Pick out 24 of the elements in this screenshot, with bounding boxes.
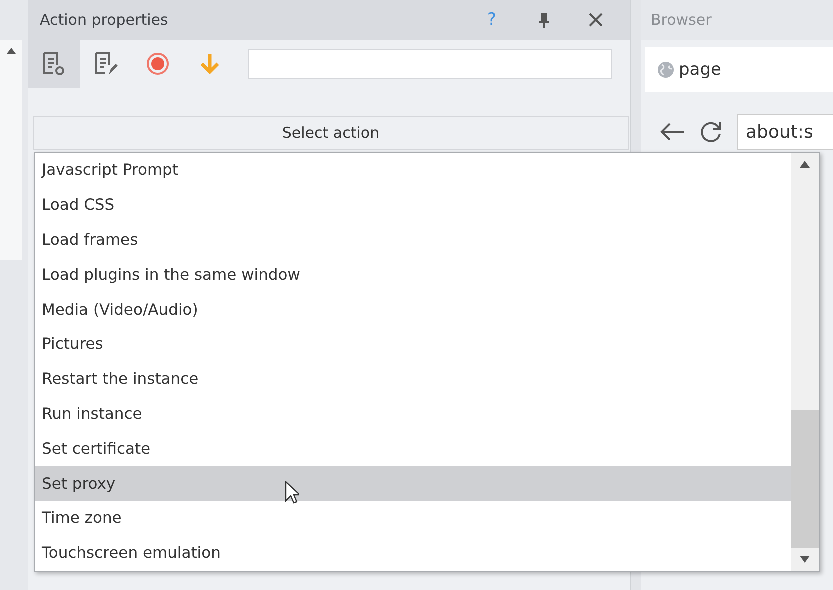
pointer-icon <box>285 481 299 505</box>
browser-tab[interactable]: page <box>645 47 833 92</box>
input-field[interactable] <box>248 49 612 79</box>
dropdown-item[interactable]: Set proxy <box>35 466 791 501</box>
dropdown-item[interactable]: Javascript Prompt <box>35 153 791 188</box>
scroll-up-icon[interactable] <box>6 48 16 54</box>
scrollbar-thumb[interactable] <box>791 410 819 548</box>
properties-button[interactable] <box>28 40 80 88</box>
refresh-icon[interactable] <box>699 120 723 144</box>
back-icon[interactable] <box>659 122 685 142</box>
pin-icon <box>538 12 550 28</box>
browser-title: Browser <box>641 0 833 40</box>
close-icon <box>589 13 603 27</box>
arrow-down-icon <box>199 52 221 76</box>
globe-icon <box>657 60 675 78</box>
select-action-button[interactable]: Select action <box>33 116 629 150</box>
panel-title: Action properties <box>40 11 170 29</box>
scroll-down-icon[interactable] <box>800 556 810 563</box>
record-icon <box>146 52 170 76</box>
address-field[interactable]: about:s <box>737 114 833 150</box>
dropdown-item[interactable]: Touchscreen emulation <box>35 536 791 571</box>
document-gear-icon <box>42 51 66 77</box>
document-pen-icon <box>94 51 118 77</box>
scroll-up-icon[interactable] <box>800 161 810 168</box>
